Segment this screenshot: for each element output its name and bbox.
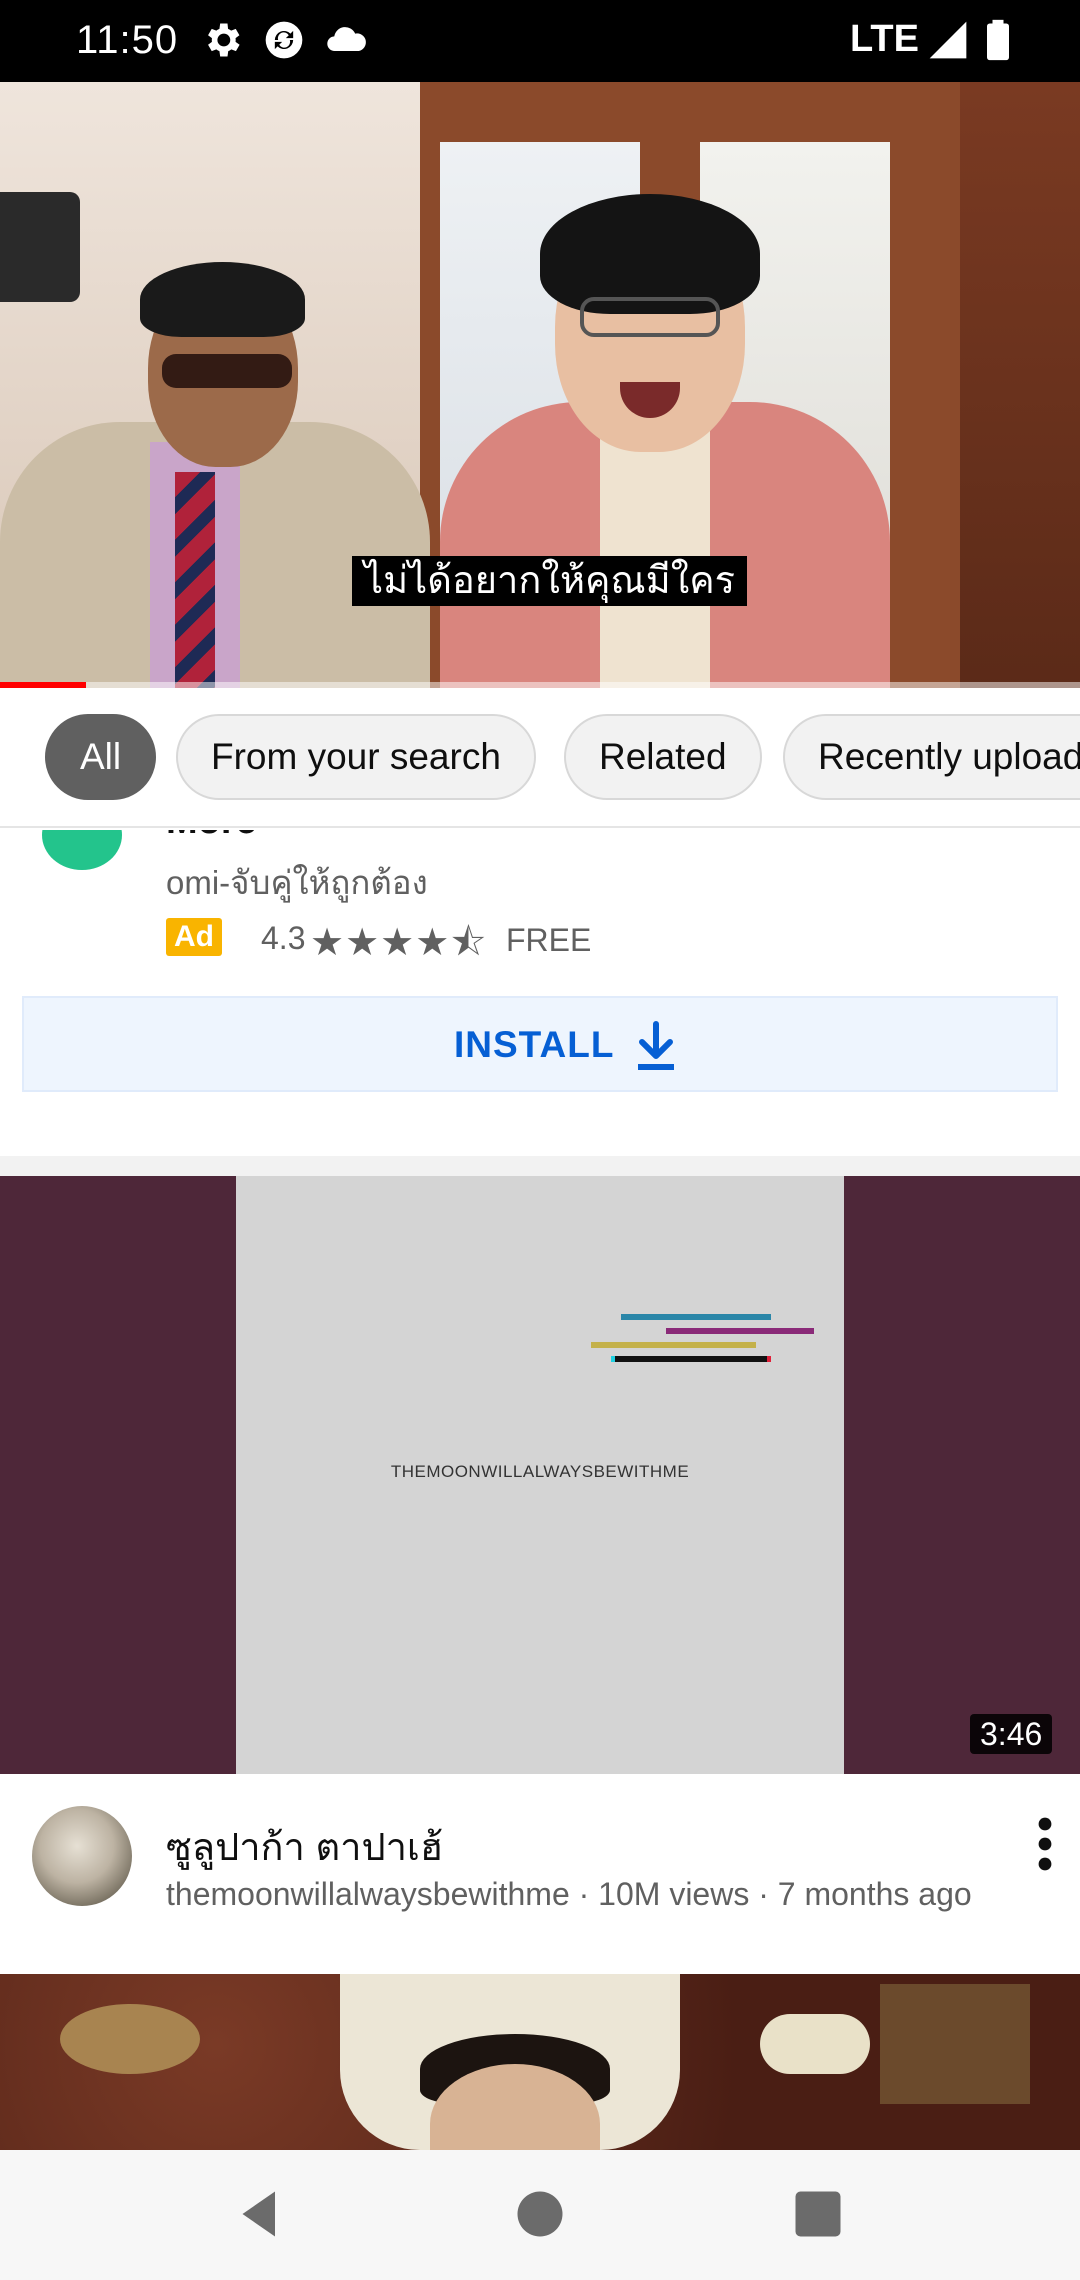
more-options-icon[interactable] (1028, 1814, 1062, 1874)
video-frame-sunglasses (162, 354, 292, 388)
ad-star-rating: ★★★★⯪ (310, 922, 488, 964)
thumbnail-prop (60, 2004, 200, 2074)
channel-avatar[interactable] (32, 1806, 132, 1906)
video-player[interactable]: ไม่ได้อยากให้คุณมีใคร (0, 82, 1080, 688)
chip-recently-uploaded[interactable]: Recently uploaded (783, 714, 1080, 800)
chip-all[interactable]: All (45, 714, 157, 800)
chip-label: From your search (211, 736, 501, 777)
video-thumbnail-next[interactable] (0, 1974, 1080, 2150)
thumbnail-line (621, 1314, 771, 1320)
chip-label: All (80, 736, 122, 777)
ad-advertiser: omi-จับคู่ให้ถูกต้อง (166, 864, 428, 901)
video-frame-window-side (960, 82, 1080, 688)
video-frame-shirt (600, 412, 710, 688)
install-label: INSTALL (454, 1024, 615, 1065)
thumbnail-artwork: THEMOONWILLALWAYSBEWITHME (236, 1176, 844, 1774)
system-nav-bar (0, 2150, 1080, 2280)
thumbnail-prop (760, 2014, 870, 2074)
video-title[interactable]: ซูลูปาก้า ตาปาเฮ้ (166, 1816, 443, 1877)
install-button[interactable]: INSTALL (22, 996, 1058, 1092)
video-frame-tie (175, 472, 215, 688)
battery-icon (987, 19, 1009, 61)
thumbnail-line (666, 1328, 814, 1334)
section-divider (0, 1156, 1080, 1176)
ad-rating-value: 4.3 (261, 920, 306, 956)
video-frame-lamp (0, 192, 80, 302)
thumbnail-line (611, 1356, 771, 1362)
video-caption: ไม่ได้อยากให้คุณมีใคร (352, 556, 748, 606)
ad-app-logo (42, 830, 122, 870)
ad-badge: Ad (166, 918, 222, 956)
thumbnail-line (591, 1342, 756, 1348)
status-bar: 11:50 LTE (0, 0, 1080, 82)
video-thumbnail[interactable]: THEMOONWILLALWAYSBEWITHME 3:46 (0, 1176, 1080, 1774)
video-frame-glasses (580, 297, 720, 337)
status-time: 11:50 (76, 18, 179, 62)
recents-icon[interactable] (788, 2184, 848, 2244)
chip-label: Related (599, 736, 727, 777)
video-frame-hair (140, 262, 305, 337)
cloud-icon (327, 27, 366, 52)
ad-card[interactable]: More omi-จับคู่ให้ถูกต้อง Ad 4.3 ★★★★⯪ F… (0, 830, 1080, 1156)
chip-from-your-search[interactable]: From your search (176, 714, 536, 800)
chip-label: Recently uploaded (818, 736, 1080, 777)
home-icon[interactable] (510, 2184, 570, 2244)
chip-related[interactable]: Related (564, 714, 762, 800)
thumbnail-prop (880, 1984, 1030, 2104)
network-type: LTE (850, 18, 919, 60)
filter-chip-bar: All From your search Related Recently up… (0, 688, 1080, 828)
duration-badge: 3:46 (970, 1714, 1053, 1754)
ad-app-title: More (166, 830, 257, 843)
back-icon[interactable] (230, 2184, 290, 2244)
gear-icon (208, 23, 240, 57)
sync-icon (265, 21, 303, 59)
ad-price: FREE (506, 922, 592, 958)
video-subtitle: themoonwillalwaysbewithme · 10M views · … (166, 1876, 972, 1912)
thumbnail-text: THEMOONWILLALWAYSBEWITHME (390, 1462, 690, 1481)
video-meta[interactable]: ซูลูปาก้า ตาปาเฮ้ themoonwillalwaysbewit… (0, 1774, 1080, 1974)
download-icon (638, 1021, 674, 1070)
signal-icon (929, 21, 967, 59)
video-frame-hair (540, 194, 760, 314)
